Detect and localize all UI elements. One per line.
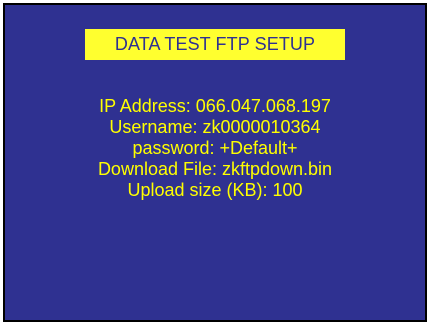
upload-size-line: Upload size (KB): 100: [127, 180, 303, 200]
username-line: Username: zk0000010364: [109, 117, 321, 137]
download-file-line: Download File: zkftpdown.bin: [97, 159, 333, 179]
ftp-settings-list: IP Address: 066.047.068.197 Username: zk…: [5, 96, 425, 201]
screen-title: DATA TEST FTP SETUP: [85, 29, 345, 60]
password-line: password: +Default+: [132, 138, 298, 158]
ip-address-line: IP Address: 066.047.068.197: [99, 96, 331, 116]
ftp-setup-screen: DATA TEST FTP SETUP IP Address: 066.047.…: [3, 3, 427, 322]
